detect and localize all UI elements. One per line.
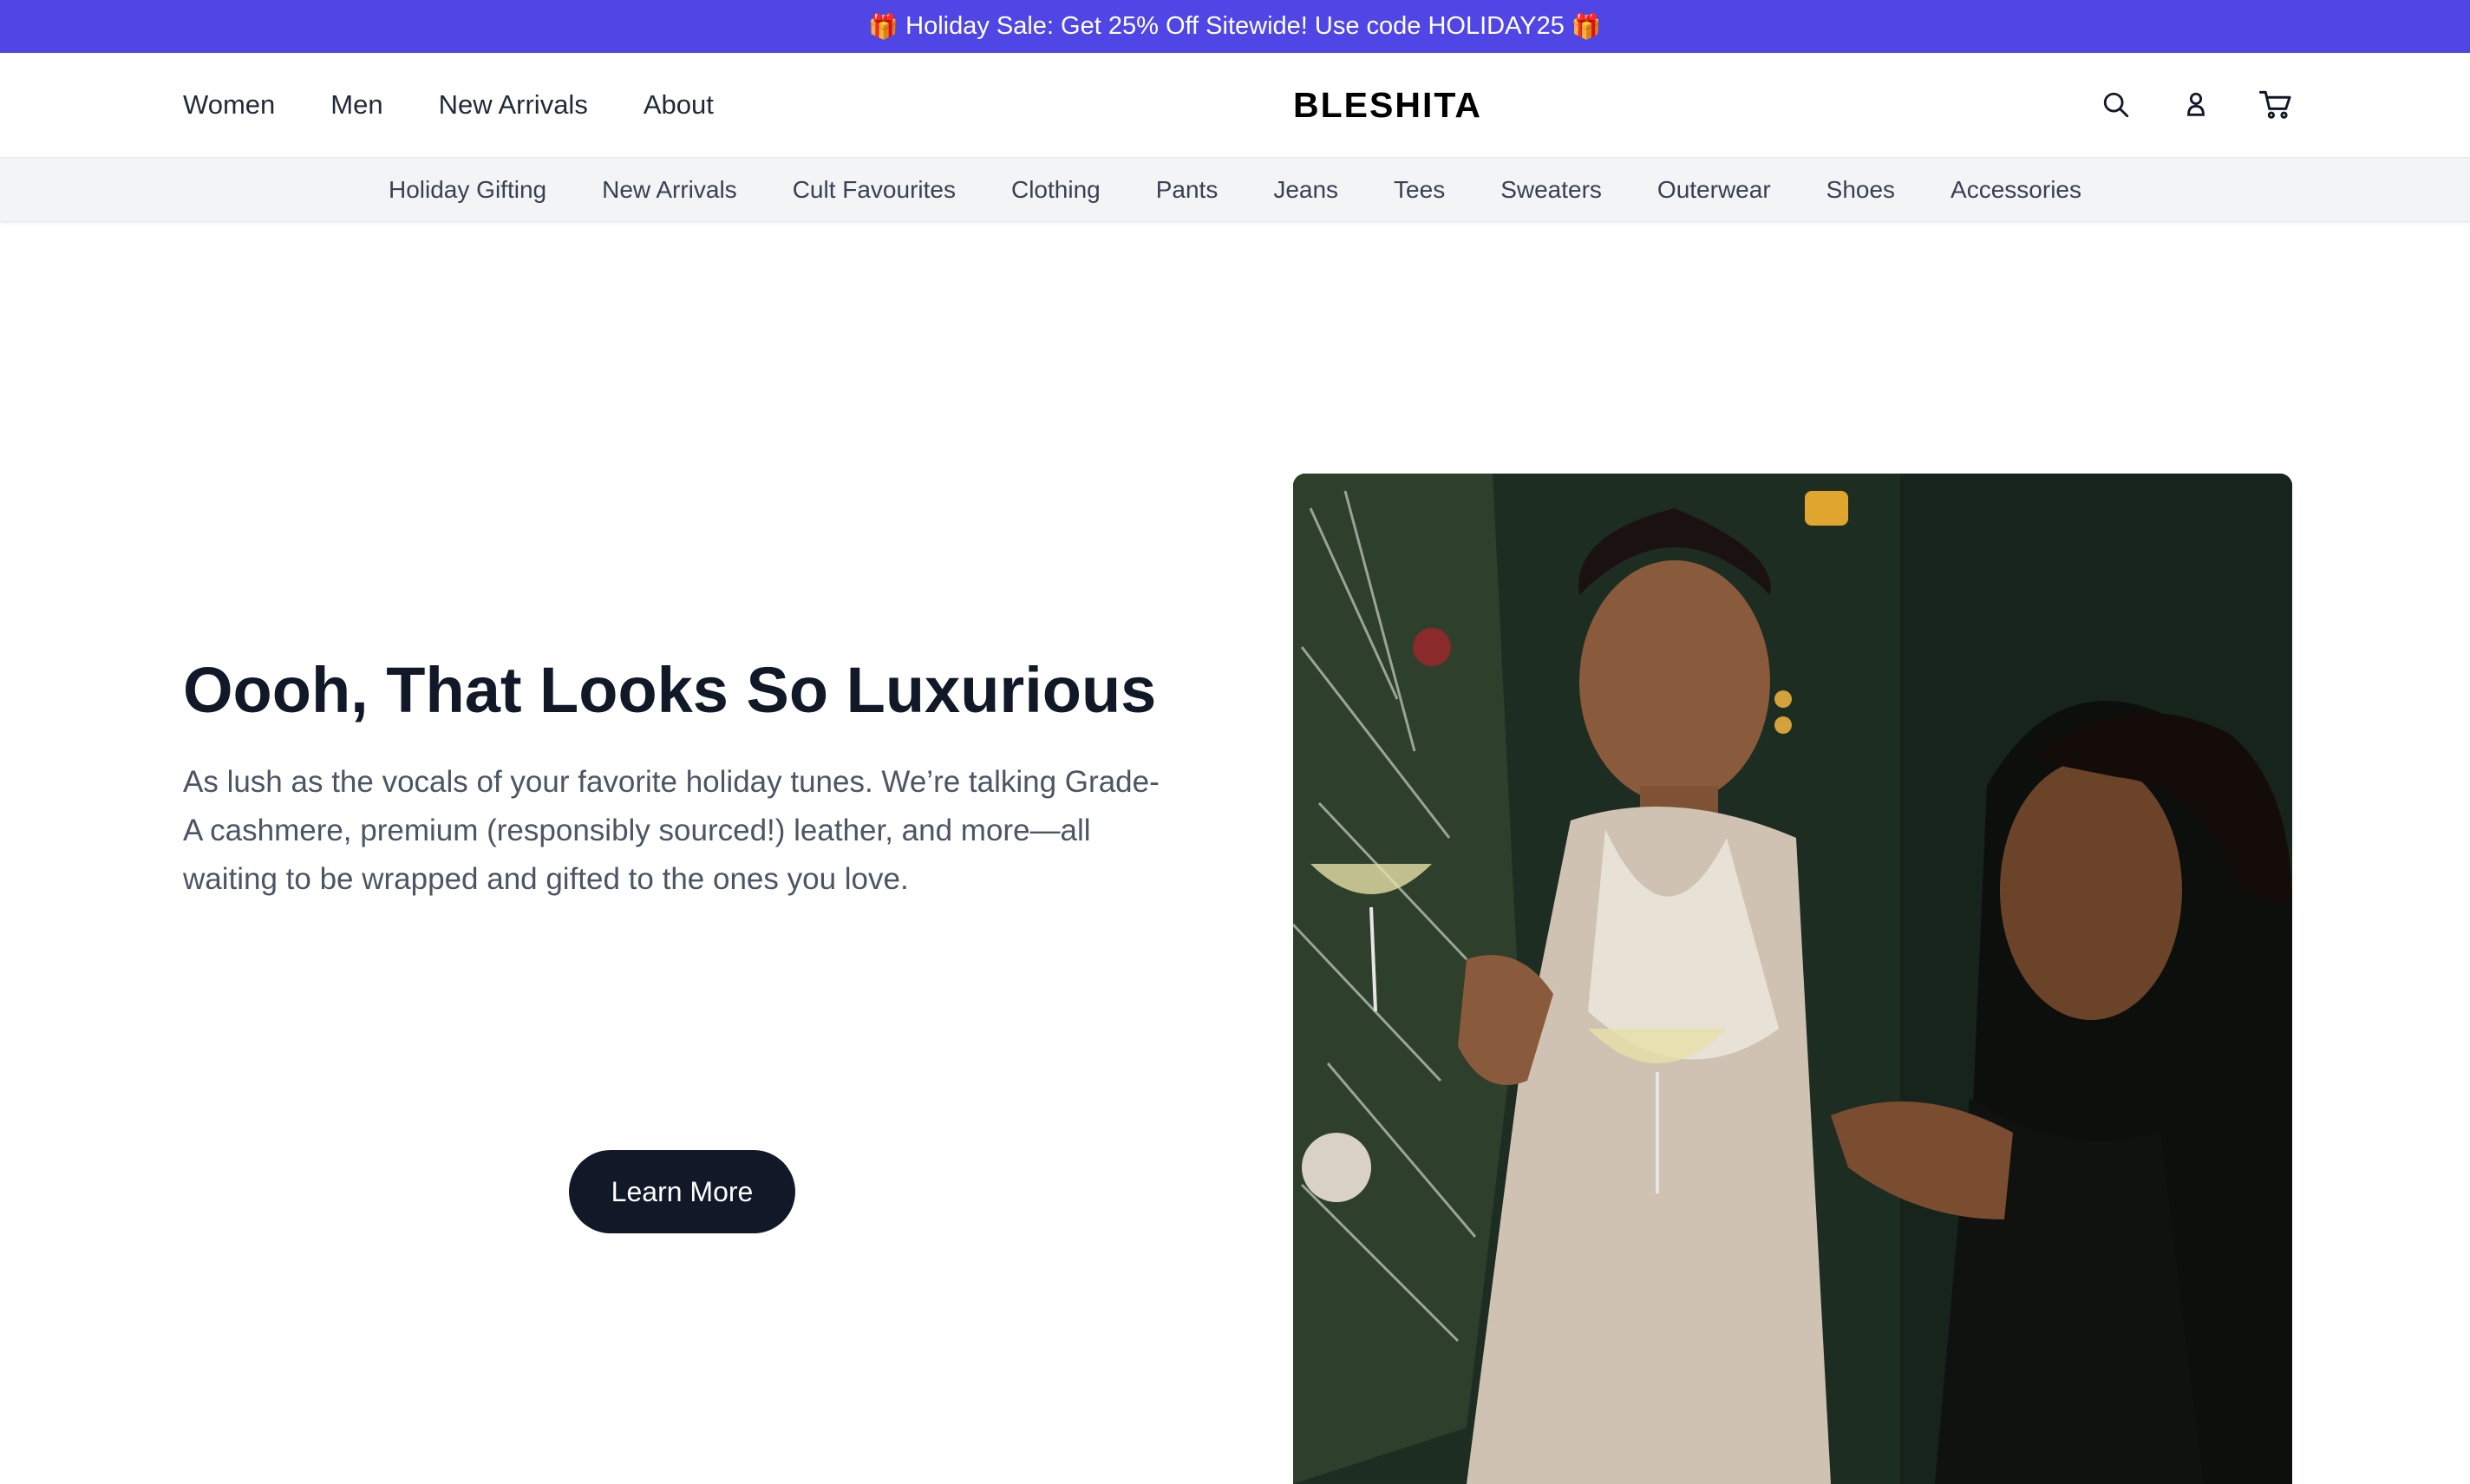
- hero-photo-illustration: [1293, 474, 2292, 1484]
- promo-text: Holiday Sale: Get 25% Off Sitewide! Use …: [905, 12, 1565, 40]
- nav-about[interactable]: About: [644, 89, 714, 121]
- category-jeans[interactable]: Jeans: [1273, 176, 1338, 204]
- nav-women[interactable]: Women: [183, 89, 275, 121]
- category-outerwear[interactable]: Outerwear: [1657, 176, 1771, 204]
- cart-icon[interactable]: [2258, 88, 2293, 122]
- hero-image: [1293, 474, 2292, 1484]
- promo-banner: 🎁 Holiday Sale: Get 25% Off Sitewide! Us…: [0, 0, 2470, 53]
- hero-headline: Oooh, That Looks So Luxurious: [183, 654, 1157, 726]
- category-accessories[interactable]: Accessories: [1951, 176, 2081, 204]
- main-nav: Women Men New Arrivals About: [183, 53, 714, 157]
- category-shoes[interactable]: Shoes: [1826, 176, 1895, 204]
- hero-section: Oooh, That Looks So Luxurious As lush as…: [0, 222, 2470, 1484]
- header-actions: [2099, 53, 2293, 157]
- category-tees[interactable]: Tees: [1394, 176, 1445, 204]
- nav-new-arrivals[interactable]: New Arrivals: [439, 89, 588, 121]
- category-new-arrivals[interactable]: New Arrivals: [602, 176, 737, 204]
- nav-men[interactable]: Men: [330, 89, 382, 121]
- learn-more-button[interactable]: Learn More: [569, 1150, 795, 1233]
- category-cult-favourites[interactable]: Cult Favourites: [793, 176, 956, 204]
- hero-text: Oooh, That Looks So Luxurious As lush as…: [183, 655, 1172, 904]
- hero-body: As lush as the vocals of your favorite h…: [183, 765, 1160, 897]
- category-clothing[interactable]: Clothing: [1011, 176, 1101, 204]
- category-nav: Holiday Gifting New Arrivals Cult Favour…: [0, 158, 2470, 222]
- site-header: Women Men New Arrivals About BLESHITA: [0, 53, 2470, 158]
- category-holiday-gifting[interactable]: Holiday Gifting: [389, 176, 546, 204]
- gift-icon: 🎁: [868, 13, 899, 40]
- account-icon[interactable]: [2179, 88, 2213, 122]
- search-icon[interactable]: [2099, 88, 2133, 122]
- gift-icon: 🎁: [1571, 13, 1602, 40]
- brand-logo[interactable]: BLESHITA: [1293, 53, 1482, 157]
- category-sweaters[interactable]: Sweaters: [1500, 176, 1602, 204]
- category-pants[interactable]: Pants: [1156, 176, 1219, 204]
